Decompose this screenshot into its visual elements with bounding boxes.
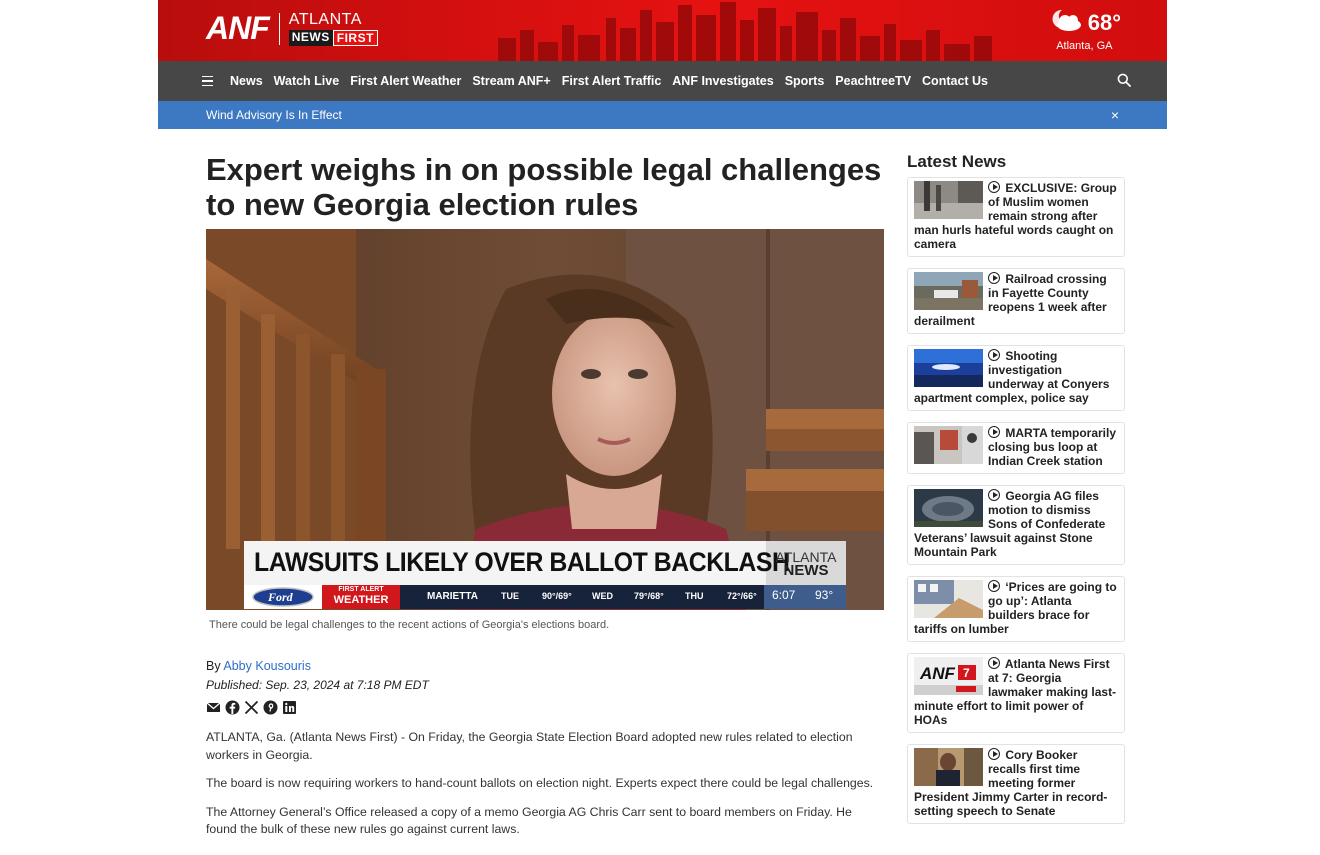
video-forecast-temps-3: 72°/66°: [727, 591, 757, 601]
sidebar-title: Latest News: [907, 152, 1007, 171]
svg-text:ANF: ANF: [919, 664, 956, 683]
play-icon: [988, 349, 1000, 361]
logo-first-text: FIRST: [332, 29, 378, 46]
video-bug-news: NEWS: [783, 562, 829, 579]
logo-wordmark: ATLANTA NEWS FIRST: [288, 10, 378, 46]
page: ANF ATLANTA NEWS FIRST 68° Atlanta, GA N…: [0, 0, 1320, 855]
video-forecast-day-3: THU: [685, 591, 704, 601]
video-forecast-day-1: TUE: [501, 591, 519, 601]
play-icon: [988, 489, 1000, 501]
logo-atlanta-text: ATLANTA: [288, 10, 362, 28]
news-thumbnail[interactable]: [914, 426, 983, 464]
logo-anf-text: ANF: [206, 10, 270, 46]
logo-divider: [278, 12, 280, 45]
x-twitter-icon[interactable]: [244, 700, 259, 715]
site-header: ANF ATLANTA NEWS FIRST 68° Atlanta, GA: [158, 0, 1167, 61]
alert-text[interactable]: Wind Advisory Is In Effect: [206, 108, 342, 122]
play-icon: [988, 426, 1000, 438]
byline: By Abby Kousouris: [206, 659, 884, 673]
latest-news-item[interactable]: Shooting investigation underway at Conye…: [907, 345, 1125, 411]
news-thumbnail[interactable]: [914, 181, 983, 219]
latest-news-item[interactable]: EXCLUSIVE: Group of Muslim women remain …: [907, 177, 1125, 257]
svg-text:7: 7: [963, 666, 970, 680]
logo-news-text: NEWS: [288, 29, 333, 46]
email-icon[interactable]: [206, 700, 221, 715]
article-paragraph-2: The board is now requiring workers to ha…: [206, 776, 874, 790]
news-thumbnail[interactable]: [914, 272, 983, 310]
news-thumbnail[interactable]: [914, 748, 983, 786]
play-icon: [988, 580, 1000, 592]
nav-item-watch-live[interactable]: Watch Live: [274, 74, 340, 88]
latest-news-item[interactable]: Georgia AG files motion to dismiss Sons …: [907, 485, 1125, 565]
nav-item-peachtreetv[interactable]: PeachtreeTV: [835, 74, 911, 88]
site-container: ANF ATLANTA NEWS FIRST 68° Atlanta, GA N…: [158, 0, 1167, 836]
menu-icon[interactable]: [202, 73, 218, 89]
byline-prefix: By: [206, 659, 221, 673]
latest-news-item[interactable]: ANF 7 Atlanta News First at 7: Georgia la…: [907, 653, 1125, 733]
nav-item-stream-anf[interactable]: Stream ANF+: [472, 74, 550, 88]
video-forecast-temps-1: 90°/69°: [542, 591, 572, 601]
latest-news-sidebar: Latest News EXCLUSIVE: Group of Muslim w…: [907, 152, 1125, 835]
article-paragraph-1: ATLANTA, Ga. (Atlanta News First) - On F…: [206, 730, 853, 762]
video-ticker-city: MARIETTA: [427, 591, 478, 602]
play-icon: [988, 272, 1000, 284]
close-icon[interactable]: ×: [1111, 107, 1119, 123]
news-thumbnail[interactable]: ANF 7: [914, 657, 983, 695]
search-icon[interactable]: [1117, 73, 1131, 92]
nav-item-anf-investigates[interactable]: ANF Investigates: [672, 74, 773, 88]
news-thumbnail[interactable]: [914, 349, 983, 387]
nav-item-first-alert-weather[interactable]: First Alert Weather: [350, 74, 461, 88]
nav-item-sports[interactable]: Sports: [785, 74, 825, 88]
news-thumbnail[interactable]: [914, 489, 983, 527]
play-icon: [988, 181, 1000, 193]
nav-item-contact-us[interactable]: Contact Us: [922, 74, 988, 88]
share-bar: [206, 700, 884, 715]
video-forecast-day-2: WED: [592, 591, 613, 601]
news-thumbnail[interactable]: [914, 580, 983, 618]
skyline-graphic: [498, 2, 992, 61]
facebook-icon[interactable]: [225, 700, 240, 715]
main-nav: News Watch Live First Alert Weather Stre…: [158, 61, 1167, 101]
weather-widget[interactable]: 68° Atlanta, GA: [1048, 6, 1121, 52]
site-logo[interactable]: ANF ATLANTA NEWS FIRST: [206, 10, 378, 47]
video-current-temp: 93°: [815, 588, 834, 602]
linkedin-icon[interactable]: [282, 700, 297, 715]
video-weather-brand-1: FIRST ALERT: [338, 586, 384, 593]
latest-news-item[interactable]: MARTA temporarily closing bus loop at In…: [907, 422, 1125, 474]
article-body: ATLANTA, Ga. (Atlanta News First) - On F…: [206, 729, 884, 839]
logo-news-first: NEWS FIRST: [288, 29, 378, 46]
partly-cloudy-night-icon: [1048, 6, 1084, 39]
published-date: Published: Sep. 23, 2024 at 7:18 PM EDT: [206, 678, 429, 692]
video-weather-brand-2: WEATHER: [333, 594, 389, 606]
weather-temperature: 68°: [1087, 9, 1121, 35]
latest-news-item[interactable]: Cory Booker recalls first time meeting f…: [907, 744, 1125, 824]
author-link[interactable]: Abby Kousouris: [223, 659, 311, 673]
latest-news-item[interactable]: Railroad crossing in Fayette County reop…: [907, 268, 1125, 334]
video-sponsor-ford: Ford: [268, 590, 293, 604]
video-lower-third-headline: LAWSUITS LIKELY OVER BALLOT BACKLASH: [254, 547, 790, 577]
play-icon: [988, 657, 1000, 669]
latest-news-item[interactable]: ‘Prices are going to go up’: Atlanta bui…: [907, 576, 1125, 642]
weather-location: Atlanta, GA: [1056, 40, 1113, 52]
article: Expert weighs in on possible legal chall…: [206, 152, 884, 839]
article-paragraph-3: The Attorney General’s Office released a…: [206, 804, 852, 837]
video-player[interactable]: LAWSUITS LIKELY OVER BALLOT BACKLASH ATL…: [206, 229, 884, 610]
video-clock: 6:07: [772, 588, 796, 602]
article-headline: Expert weighs in on possible legal chall…: [206, 152, 882, 222]
latest-news-title[interactable]: MARTA temporarily closing bus loop at In…: [988, 426, 1116, 468]
nav-item-news[interactable]: News: [230, 74, 263, 88]
nav-item-first-alert-traffic[interactable]: First Alert Traffic: [562, 74, 662, 88]
play-icon: [988, 748, 1000, 760]
video-forecast-temps-2: 79°/68°: [634, 591, 664, 601]
pinterest-icon[interactable]: [263, 700, 278, 715]
video-caption: There could be legal challenges to the r…: [209, 619, 610, 631]
alert-banner[interactable]: Wind Advisory Is In Effect ×: [158, 101, 1167, 129]
